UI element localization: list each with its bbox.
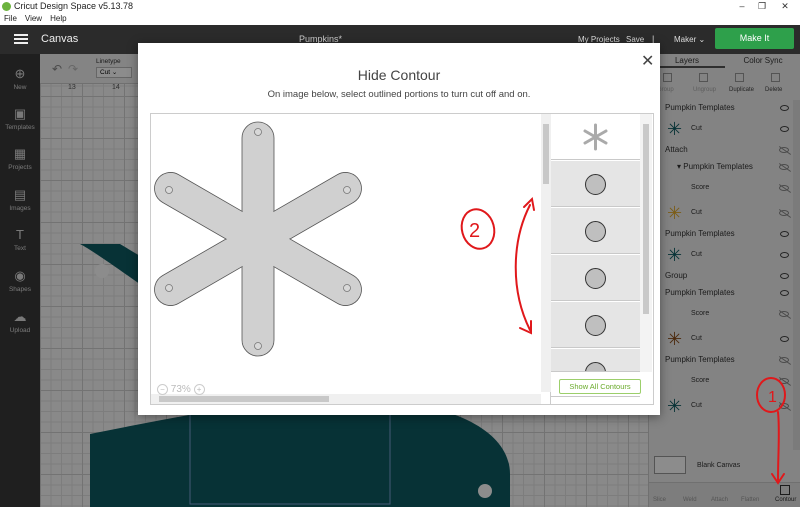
preview-horizontal-scrollbar[interactable] xyxy=(151,394,541,404)
show-all-contours-button[interactable]: Show All Contours xyxy=(559,379,641,394)
make-it-button[interactable]: Make It xyxy=(715,28,794,49)
contour-cell[interactable] xyxy=(551,255,640,301)
dialog-title: Hide Contour xyxy=(357,67,441,83)
contour-list: Show All Contours xyxy=(551,113,654,405)
hamburger-menu-icon[interactable] xyxy=(14,34,28,36)
menu-help[interactable]: Help xyxy=(50,14,66,23)
contour-cell[interactable] xyxy=(551,396,640,397)
contour-circle-icon xyxy=(585,174,606,195)
contour-cell[interactable] xyxy=(551,349,640,372)
contour-circle-icon xyxy=(585,221,606,242)
contour-scrollbar[interactable] xyxy=(640,114,652,372)
section-title: Canvas xyxy=(41,33,79,45)
zoom-level: 73% xyxy=(170,384,191,396)
contour-circle-icon xyxy=(585,362,606,371)
minimize-icon[interactable]: – xyxy=(732,0,752,14)
window-title: Cricut Design Space v5.13.78 xyxy=(14,1,134,11)
contour-preview[interactable]: − 73% + xyxy=(150,113,551,405)
dialog-subtitle: On image below, select outlined portions… xyxy=(267,89,531,100)
zoom-control: − 73% + xyxy=(157,384,205,395)
star-preview xyxy=(154,121,362,357)
zoom-in-icon[interactable]: + xyxy=(193,384,205,395)
contour-cell-full[interactable] xyxy=(551,114,640,160)
hide-contour-dialog: Hide Contour On image below, select outl… xyxy=(138,43,660,415)
menu-bar: File View Help xyxy=(0,14,800,25)
machine-select[interactable]: Maker ⌄ xyxy=(674,35,705,44)
contour-circle-icon xyxy=(585,315,606,336)
contour-cell[interactable] xyxy=(551,302,640,348)
contour-circle-icon xyxy=(585,268,606,289)
preview-vertical-scrollbar[interactable] xyxy=(541,114,551,392)
close-icon[interactable]: ✕ xyxy=(641,54,654,70)
asterisk-icon xyxy=(583,123,608,151)
menu-file[interactable]: File xyxy=(4,14,17,23)
contour-cell[interactable] xyxy=(551,208,640,254)
maximize-icon[interactable]: ❐ xyxy=(752,0,772,14)
contour-cell[interactable] xyxy=(551,161,640,207)
app-logo-icon xyxy=(2,2,11,11)
menu-view[interactable]: View xyxy=(25,14,42,23)
close-window-icon[interactable]: ✕ xyxy=(775,0,795,14)
zoom-out-icon[interactable]: − xyxy=(157,384,168,395)
title-bar: Cricut Design Space v5.13.78 – ❐ ✕ xyxy=(0,0,800,14)
